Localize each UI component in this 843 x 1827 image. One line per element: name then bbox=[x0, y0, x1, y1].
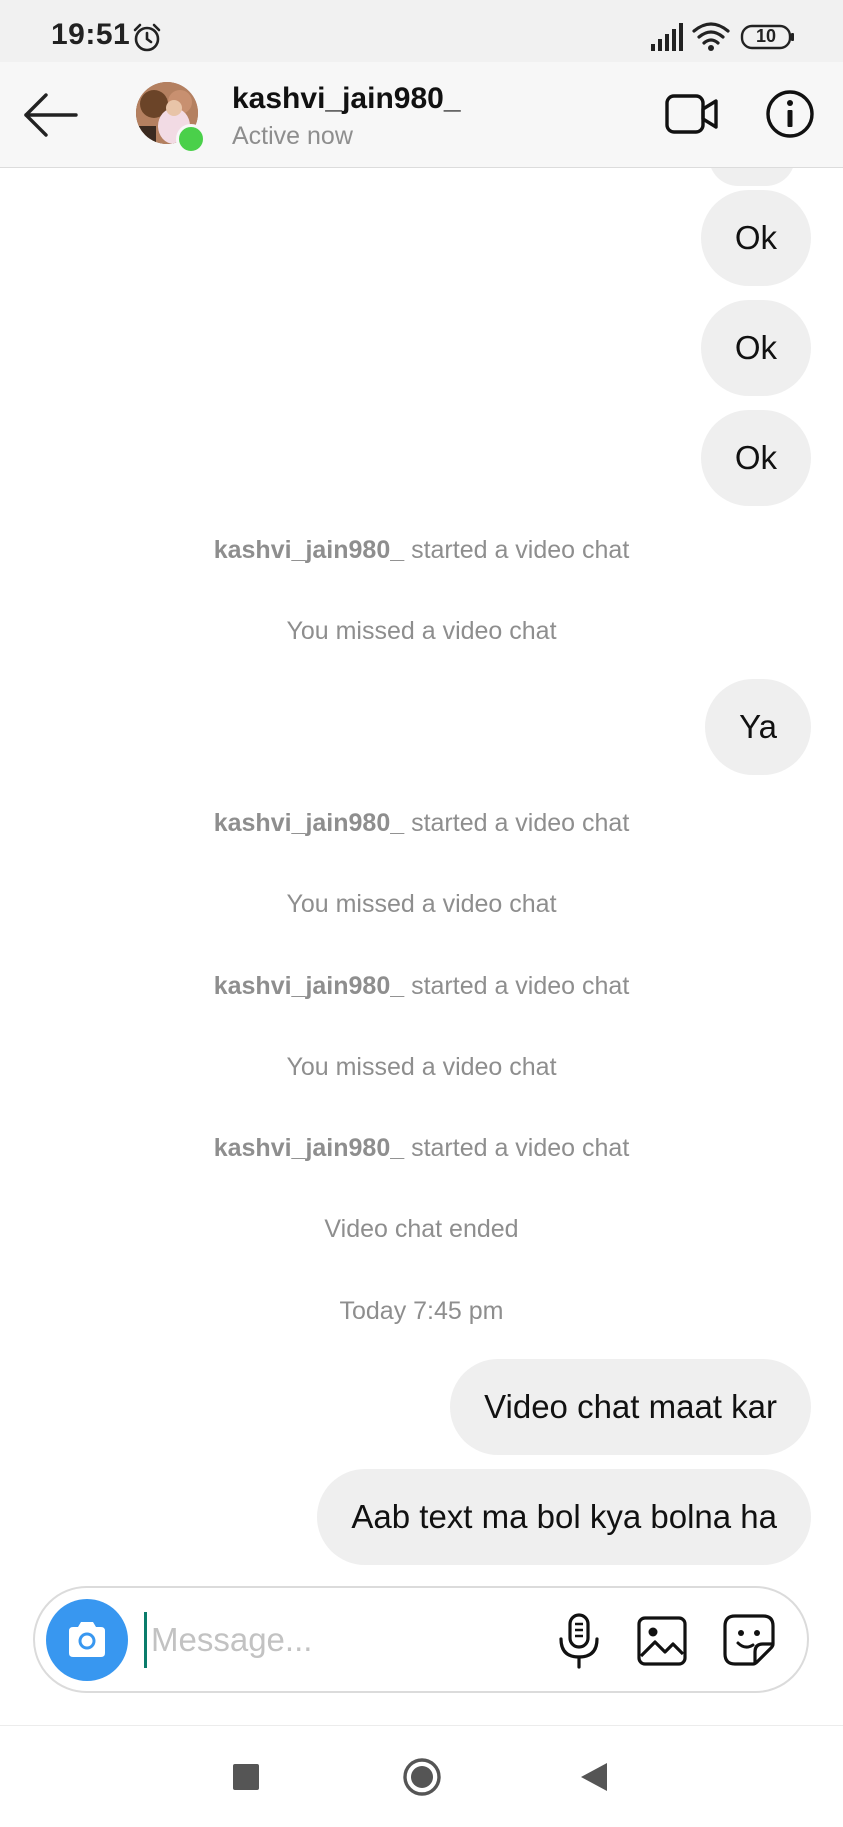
info-icon[interactable] bbox=[764, 88, 816, 140]
online-indicator bbox=[176, 124, 206, 154]
system-message: kashvi_jain980_ started a video chat bbox=[0, 536, 843, 565]
system-message: Video chat ended bbox=[0, 1215, 843, 1244]
signal-icon bbox=[651, 23, 683, 51]
video-camera-icon[interactable] bbox=[664, 90, 720, 138]
microphone-icon[interactable] bbox=[551, 1612, 607, 1670]
system-message-user: kashvi_jain980_ bbox=[213, 972, 405, 1000]
timestamp: Today 7:45 pm bbox=[0, 1297, 843, 1326]
message-bubble-sent[interactable]: Ya bbox=[705, 679, 811, 775]
chat-username[interactable]: kashvi_jain980_ bbox=[232, 82, 461, 116]
home-icon[interactable] bbox=[402, 1757, 442, 1797]
system-message: kashvi_jain980_ started a video chat bbox=[0, 1134, 843, 1163]
system-message-user: kashvi_jain980_ bbox=[213, 1134, 405, 1162]
message-bubble-sent[interactable]: Ok bbox=[700, 190, 811, 286]
status-bar: 19:51 10 bbox=[0, 0, 843, 62]
system-message: You missed a video chat bbox=[0, 1053, 843, 1082]
system-message-text: You missed a video chat bbox=[286, 617, 557, 645]
active-status: Active now bbox=[232, 122, 353, 150]
timestamp-text: Today 7:45 pm bbox=[339, 1297, 504, 1325]
system-message-text: started a video chat bbox=[404, 972, 630, 1000]
chat-screen: 19:51 10 kashvi_jain980_ Active now Ok O… bbox=[0, 0, 843, 1827]
back-arrow-icon[interactable] bbox=[22, 90, 80, 140]
battery-level: 10 bbox=[755, 26, 777, 46]
message-bubble-sent[interactable]: Aab text ma bol kya bolna ha bbox=[317, 1469, 811, 1565]
system-message-user: kashvi_jain980_ bbox=[213, 809, 405, 837]
message-bubble-sent[interactable]: Ok bbox=[700, 300, 811, 396]
message-composer bbox=[33, 1586, 809, 1693]
wifi-icon bbox=[692, 22, 730, 51]
system-message: kashvi_jain980_ started a video chat bbox=[0, 809, 843, 838]
sticker-icon[interactable] bbox=[721, 1612, 777, 1668]
message-bubble-sent[interactable]: Ok bbox=[700, 410, 811, 506]
alarm-icon bbox=[133, 23, 161, 52]
system-message: You missed a video chat bbox=[0, 890, 843, 919]
back-icon[interactable] bbox=[579, 1761, 609, 1793]
system-message-user: kashvi_jain980_ bbox=[213, 536, 405, 564]
system-message-text: You missed a video chat bbox=[286, 890, 557, 918]
message-bubble-partial bbox=[709, 168, 795, 186]
system-message-text: started a video chat bbox=[404, 809, 630, 837]
system-message: You missed a video chat bbox=[0, 617, 843, 646]
system-message-text: Video chat ended bbox=[324, 1215, 519, 1243]
camera-icon bbox=[69, 1622, 105, 1657]
message-thread[interactable]: Ok Ok Ok kashvi_jain980_ started a video… bbox=[0, 168, 843, 1583]
system-message-text: You missed a video chat bbox=[286, 1053, 557, 1081]
system-message-text: started a video chat bbox=[404, 1134, 630, 1162]
system-message-text: started a video chat bbox=[404, 536, 630, 564]
message-bubble-sent[interactable]: Video chat maat kar bbox=[450, 1359, 811, 1455]
system-nav-bar bbox=[0, 1725, 843, 1827]
chat-header: kashvi_jain980_ Active now bbox=[0, 62, 843, 168]
recents-icon[interactable] bbox=[233, 1764, 259, 1790]
message-input[interactable] bbox=[144, 1612, 451, 1668]
system-message: kashvi_jain980_ started a video chat bbox=[0, 972, 843, 1001]
status-time: 19:51 bbox=[51, 18, 131, 51]
camera-button[interactable] bbox=[46, 1599, 128, 1681]
gallery-icon[interactable] bbox=[635, 1614, 689, 1668]
